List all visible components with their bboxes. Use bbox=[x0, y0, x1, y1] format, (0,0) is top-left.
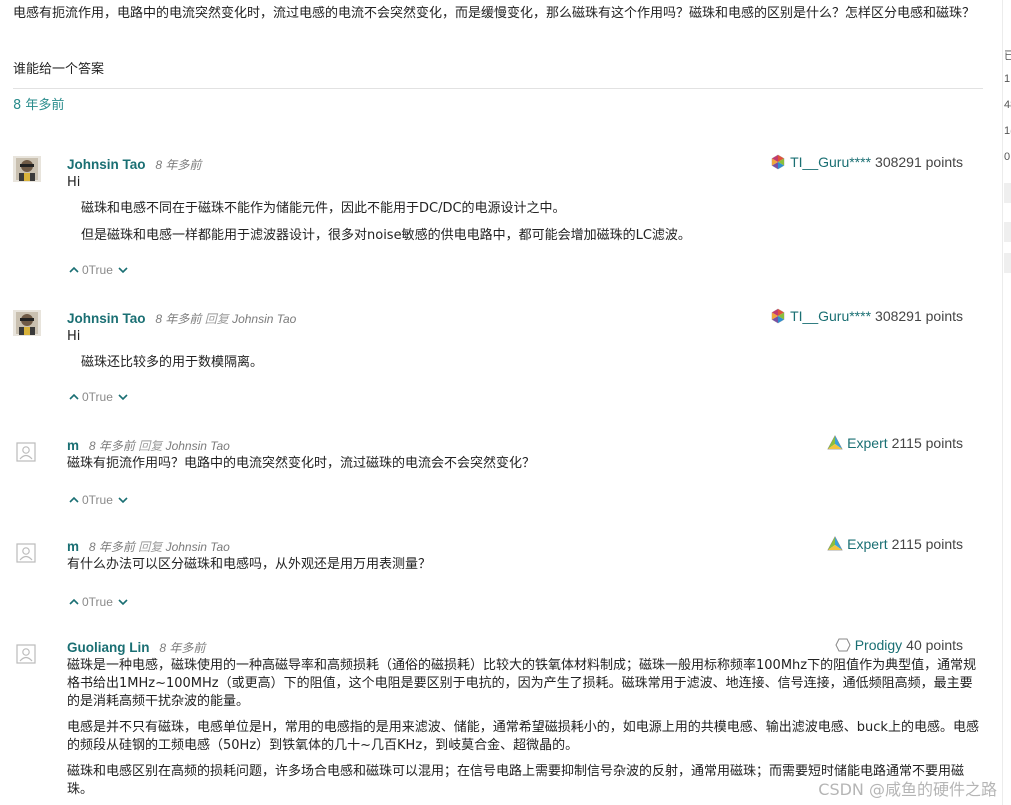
upvote-icon[interactable] bbox=[68, 264, 80, 276]
rank-badge: Expert 2115 points bbox=[827, 535, 963, 553]
rank-points: 40 points bbox=[906, 637, 963, 653]
vote-count: 0True bbox=[82, 390, 113, 404]
paragraph: 磁珠和电感不同在于磁珠不能作为储能元件，因此不能用于DC/DC的电源设计之中。 bbox=[81, 201, 566, 216]
post-time[interactable]: 8 年多前 bbox=[159, 641, 205, 655]
default-avatar-icon[interactable] bbox=[13, 440, 41, 466]
sidebar-text: 0 bbox=[1004, 151, 1011, 163]
user-avatar-icon[interactable] bbox=[13, 310, 41, 336]
sidebar-text: 已 bbox=[1004, 50, 1011, 62]
question-time[interactable]: 8 年多前 bbox=[13, 97, 64, 115]
default-avatar-icon[interactable] bbox=[13, 541, 41, 567]
expert-rank-icon bbox=[827, 536, 843, 551]
reply-body: 磁珠有扼流作用吗？电路中的电流突然变化时，流过磁珠的电流会不会突然变化？ bbox=[67, 455, 982, 473]
sidebar-text: 1( bbox=[1004, 125, 1011, 137]
paragraph: 但是磁珠和电感一样都能用于滤波器设计，很多对noise敏感的供电电路中，都可能会… bbox=[81, 228, 691, 243]
reply-to-name[interactable]: Johnsin Tao bbox=[166, 439, 230, 453]
reply-prefix: 回复 bbox=[204, 312, 229, 326]
paragraph: 磁珠是一种电感，磁珠使用的一种高磁导率和高频损耗（通俗的磁损耗）比较大的铁氧体材… bbox=[67, 658, 977, 709]
rank-points: 2115 points bbox=[891, 435, 963, 451]
downvote-icon[interactable] bbox=[117, 494, 129, 506]
greeting: Hi bbox=[67, 175, 81, 190]
sidebar-text: 1! bbox=[1004, 73, 1011, 85]
post-time: 8 年多前 回复 Johnsin Tao bbox=[89, 540, 230, 554]
user-avatar-icon[interactable] bbox=[13, 156, 41, 182]
sidebar-button[interactable] bbox=[1004, 222, 1011, 242]
expert-rank-icon bbox=[827, 435, 843, 450]
upvote-icon[interactable] bbox=[68, 596, 80, 608]
vote-count: 0True bbox=[82, 263, 113, 277]
upvote-icon[interactable] bbox=[68, 494, 80, 506]
vote-control: 0True bbox=[68, 594, 129, 610]
downvote-icon[interactable] bbox=[117, 264, 129, 276]
upvote-icon[interactable] bbox=[68, 391, 80, 403]
question-ask: 谁能给一个答案 bbox=[13, 62, 105, 77]
question-text: 电感有扼流作用，电路中的电流突然变化时，流过电感的电流不会突然变化，而是缓慢变化… bbox=[13, 6, 976, 21]
sidebar-button[interactable] bbox=[1004, 253, 1011, 273]
greeting: Hi bbox=[67, 329, 81, 344]
post-time-value[interactable]: 8 年多前 bbox=[89, 439, 135, 453]
downvote-icon[interactable] bbox=[117, 596, 129, 608]
sidebar-button[interactable] bbox=[1004, 183, 1011, 203]
rank-badge: TI__Guru**** 308291 points bbox=[770, 153, 963, 171]
rank-name[interactable]: Expert bbox=[847, 535, 887, 553]
reply-body: Hi 磁珠和电感不同在于磁珠不能作为储能元件，因此不能用于DC/DC的电源设计之… bbox=[67, 174, 982, 245]
reply-prefix: 回复 bbox=[138, 540, 163, 554]
vote-count: 0True bbox=[82, 595, 113, 609]
post-time[interactable]: 8 年多前 bbox=[155, 158, 201, 172]
divider bbox=[13, 88, 983, 89]
rank-name[interactable]: TI__Guru**** bbox=[790, 307, 871, 325]
post-time: 8 年多前 回复 Johnsin Tao bbox=[155, 312, 296, 326]
downvote-icon[interactable] bbox=[117, 391, 129, 403]
vote-control: 0True bbox=[68, 389, 129, 405]
reply-body: Hi 磁珠还比较多的用于数模隔离。 bbox=[67, 328, 982, 372]
paragraph: 磁珠有扼流作用吗？电路中的电流突然变化时，流过磁珠的电流会不会突然变化？ bbox=[67, 456, 536, 471]
reply-body: 有什么办法可以区分磁珠和电感吗，从外观还是用万用表测量？ bbox=[67, 556, 982, 574]
rank-points: 2115 points bbox=[891, 536, 963, 552]
author-name[interactable]: Johnsin Tao bbox=[67, 157, 146, 172]
prodigy-rank-icon bbox=[835, 638, 851, 652]
default-avatar-icon[interactable] bbox=[13, 642, 41, 668]
author-name[interactable]: m bbox=[67, 438, 79, 453]
rank-name[interactable]: TI__Guru**** bbox=[790, 153, 871, 171]
author-name[interactable]: m bbox=[67, 539, 79, 554]
vote-control: 0True bbox=[68, 262, 129, 278]
guru-rank-icon bbox=[771, 308, 785, 324]
forum-thread-page: 电感有扼流作用，电路中的电流突然变化时，流过电感的电流不会突然变化，而是缓慢变化… bbox=[0, 0, 1011, 805]
rank-name[interactable]: Expert bbox=[847, 434, 887, 452]
vote-count: 0True bbox=[82, 493, 113, 507]
post-time: 8 年多前 回复 Johnsin Tao bbox=[89, 439, 230, 453]
rank-badge: TI__Guru**** 308291 points bbox=[770, 307, 963, 325]
post-time-value[interactable]: 8 年多前 bbox=[89, 540, 135, 554]
vote-control: 0True bbox=[68, 492, 129, 508]
right-sidebar-strip: 已 1! 48 1( 0 bbox=[1002, 0, 1011, 805]
rank-name[interactable]: Prodigy bbox=[855, 636, 902, 654]
paragraph: 磁珠还比较多的用于数模隔离。 bbox=[81, 355, 264, 370]
paragraph: 有什么办法可以区分磁珠和电感吗，从外观还是用万用表测量？ bbox=[67, 557, 432, 572]
reply-prefix: 回复 bbox=[138, 439, 163, 453]
paragraph: 电感是并不只有磁珠，电感单位是H，常用的电感指的是用来滤波、储能，通常希望磁损耗… bbox=[67, 720, 979, 753]
rank-badge: Expert 2115 points bbox=[827, 434, 963, 452]
rank-points: 308291 points bbox=[875, 308, 963, 324]
sidebar-text: 48 bbox=[1004, 99, 1011, 111]
reply-to-name[interactable]: Johnsin Tao bbox=[232, 312, 296, 326]
reply-to-name[interactable]: Johnsin Tao bbox=[166, 540, 230, 554]
rank-badge: Prodigy 40 points bbox=[835, 636, 963, 654]
watermark-text: CSDN @咸鱼的硬件之路 bbox=[818, 780, 997, 799]
author-name[interactable]: Guoliang Lin bbox=[67, 640, 150, 655]
rank-points: 308291 points bbox=[875, 154, 963, 170]
author-name[interactable]: Johnsin Tao bbox=[67, 311, 146, 326]
guru-rank-icon bbox=[771, 154, 785, 170]
post-time-value[interactable]: 8 年多前 bbox=[155, 312, 201, 326]
